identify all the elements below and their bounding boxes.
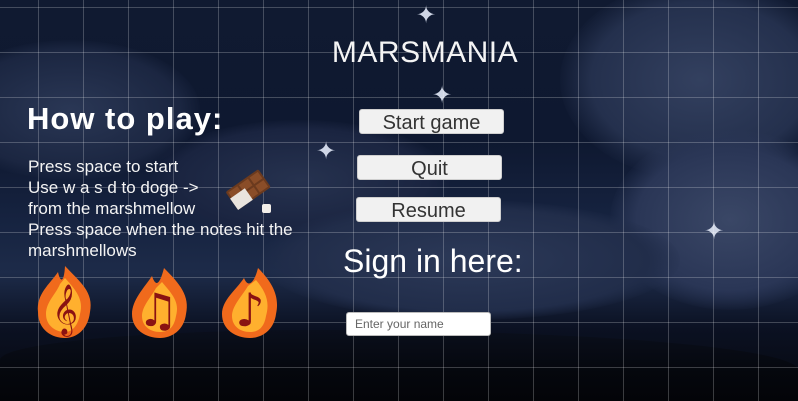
fire-beamed-note-icon: ♪ [222, 268, 278, 338]
sparkle-icon: ✦ [416, 2, 437, 29]
ground-silhouette [0, 330, 798, 401]
chocolate-marshmallow-icon [226, 169, 271, 213]
instruction-line: marshmellows [28, 241, 137, 260]
how-to-play-heading: How to play: [27, 101, 224, 136]
name-input[interactable] [346, 312, 491, 336]
instructions: Press space to start Use w a s d to doge… [28, 156, 328, 261]
start-game-button[interactable]: Start game [359, 109, 504, 134]
sparkle-icon: ✦ [704, 218, 725, 245]
sign-in-heading: Sign in here: [343, 243, 523, 279]
svg-text:𝄞: 𝄞 [52, 284, 78, 337]
svg-text:♫: ♫ [137, 283, 178, 337]
sparkle-icon: ✦ [432, 82, 453, 109]
fire-eighth-note-icon: ♫ [132, 268, 187, 338]
instruction-line: from the marshmellow [28, 199, 196, 218]
instruction-line: Press space when the notes hit the [28, 220, 293, 239]
resume-button[interactable]: Resume [356, 197, 501, 222]
svg-text:♪: ♪ [235, 283, 264, 337]
instruction-line: Use w a s d to doge -> [28, 178, 199, 197]
quit-button[interactable]: Quit [357, 155, 502, 180]
game-title: MARSMANIA [331, 36, 519, 69]
instruction-line: Press space to start [28, 157, 179, 176]
fire-treble-clef-icon: 𝄞 [37, 266, 91, 338]
